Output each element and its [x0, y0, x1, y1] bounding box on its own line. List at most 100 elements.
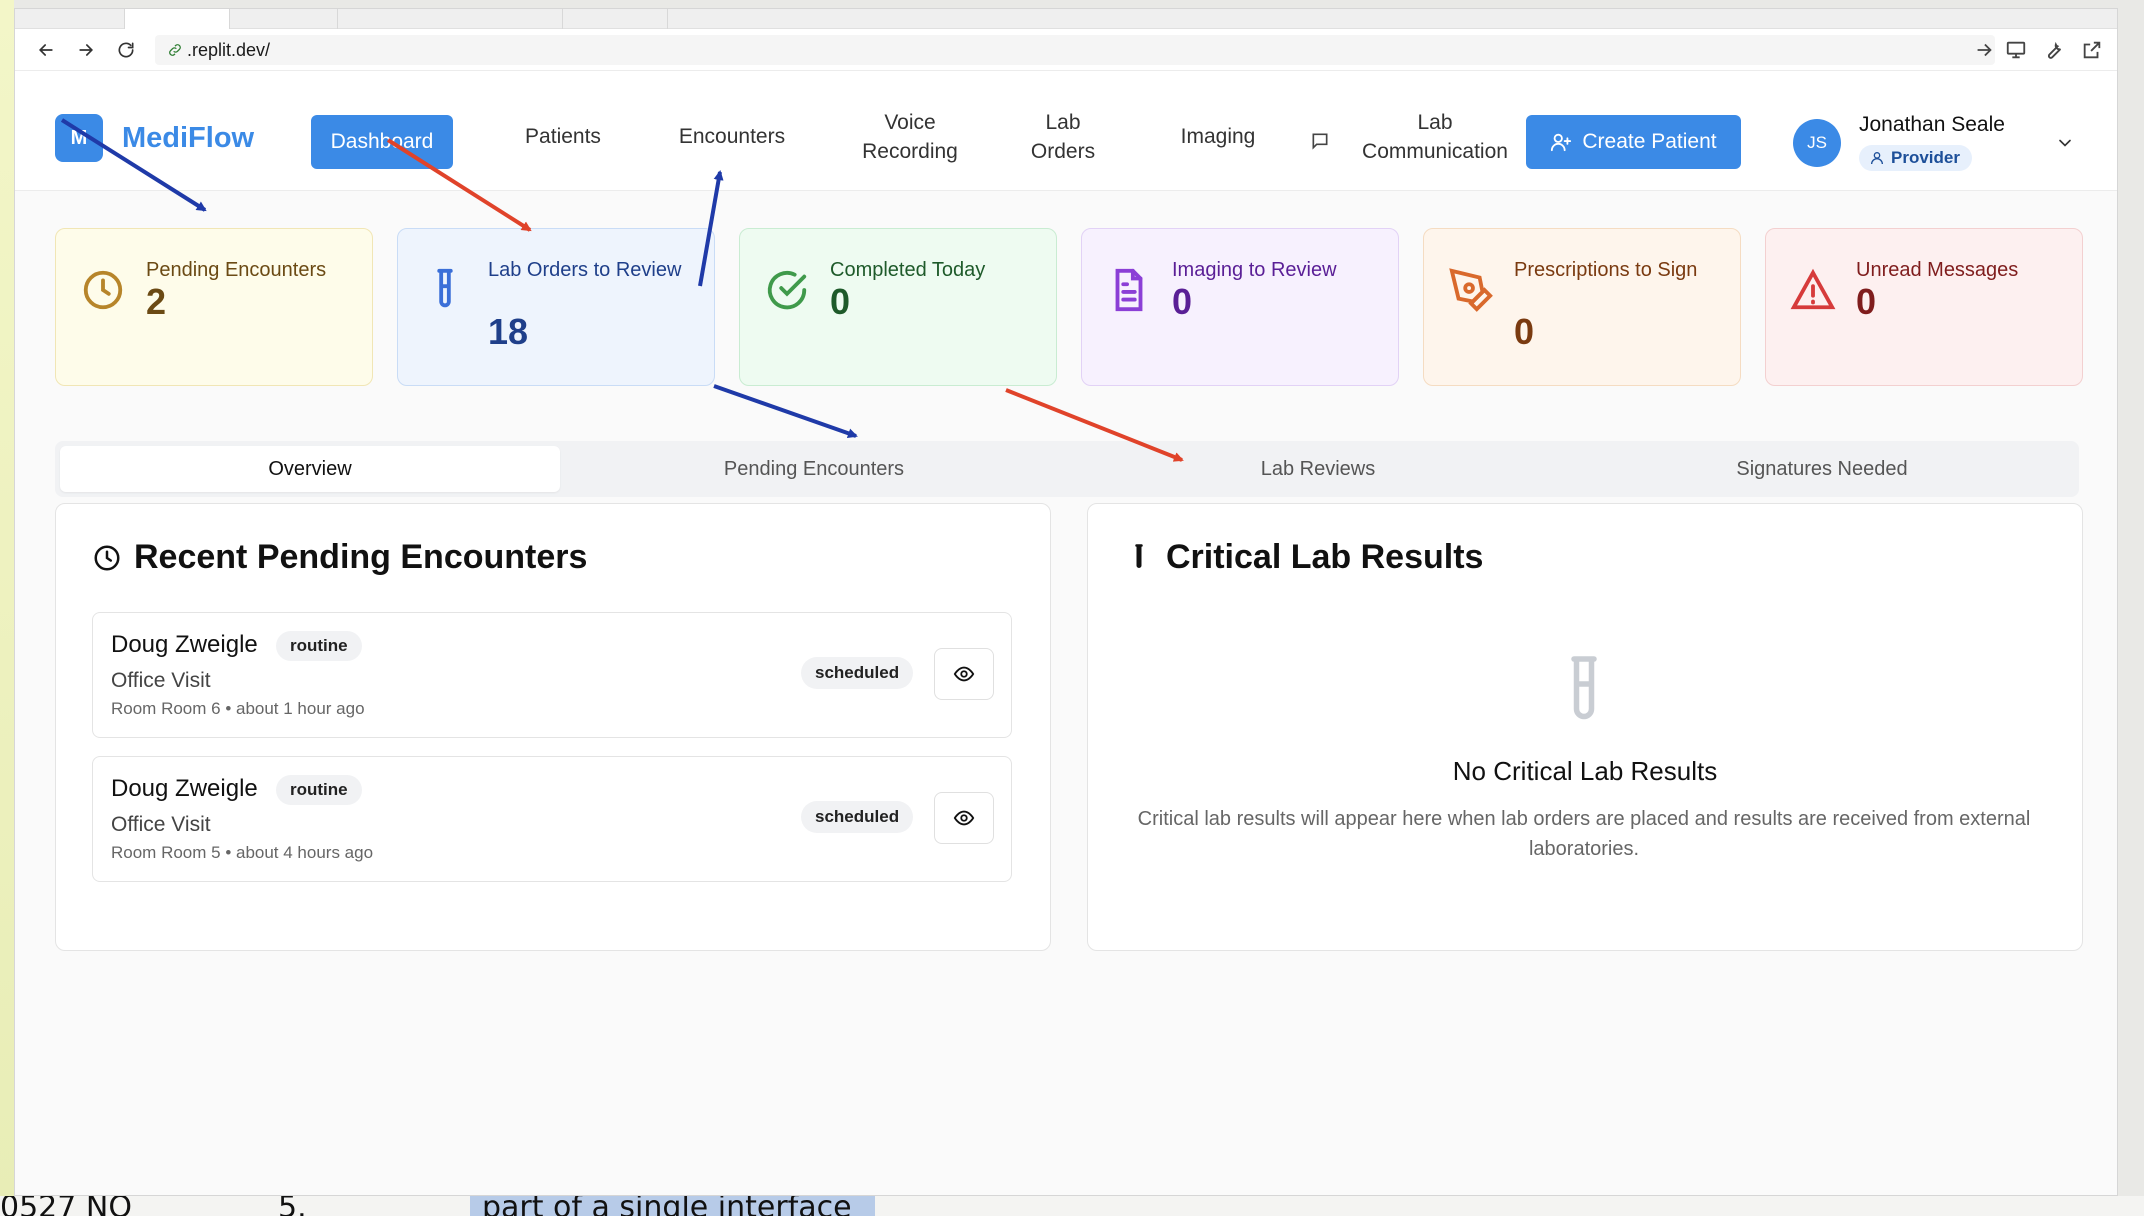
browser-toolbar: .replit.dev/ [15, 29, 2117, 71]
stat-value: 0 [1172, 281, 1193, 322]
monitor-icon[interactable] [2005, 39, 2027, 61]
clock-icon [94, 545, 120, 570]
link-icon [169, 44, 181, 56]
nav-voice-line1: Voice [884, 110, 936, 134]
nav-voice-recording[interactable]: Voice Recording [835, 109, 985, 165]
stat-label: Imaging to Review [1172, 259, 1337, 281]
tab-lab-reviews[interactable]: Lab Reviews [1068, 446, 1568, 492]
back-arrow-icon[interactable] [33, 37, 59, 63]
test-tube-icon [1571, 656, 1597, 720]
patient-name: Doug Zweigle [111, 775, 258, 802]
stat-value: 2 [146, 281, 167, 322]
browser-tab-strip [15, 9, 2117, 29]
create-patient-button[interactable]: Create Patient [1526, 115, 1741, 169]
chevron-down-icon[interactable] [2055, 133, 2075, 153]
patient-name: Doug Zweigle [111, 631, 258, 658]
stat-value: 18 [488, 311, 529, 352]
nav-lab-comm-line2: Communication [1362, 140, 1508, 163]
empty-state-title: No Critical Lab Results [1452, 756, 1718, 786]
stat-value: 0 [1856, 281, 1877, 322]
pen-tool-icon [1449, 268, 1493, 312]
nav-lab-orders[interactable]: Lab Orders [1013, 109, 1113, 165]
stat-label: Unread Messages [1856, 259, 2019, 281]
clock-icon [83, 270, 123, 310]
background-text: 5. [278, 1196, 307, 1216]
nav-lab-comm-line1: Lab [1417, 110, 1453, 134]
tab-pending-encounters[interactable]: Pending Encounters [564, 446, 1064, 492]
tab-overview[interactable]: Overview [60, 446, 560, 492]
app-name[interactable]: MediFlow [122, 122, 254, 155]
empty-state-text: Critical lab results will appear here wh… [1137, 808, 2031, 860]
create-patient-label: Create Patient [1582, 130, 1717, 153]
nav-patients[interactable]: Patients [505, 109, 621, 165]
stat-value: 0 [1514, 311, 1535, 352]
desktop-background [0, 0, 14, 1216]
app-logo-icon[interactable]: M [55, 114, 103, 162]
list-item[interactable]: Doug Zweigle routine Office Visit Room R… [92, 612, 1012, 738]
address-bar[interactable]: .replit.dev/ [155, 35, 1995, 65]
stat-card-lab-orders[interactable]: Lab Orders to Review 18 [397, 228, 715, 386]
recent-encounters-panel: Recent Pending Encounters Doug Zweigle r… [55, 503, 1051, 951]
stat-card-completed-today[interactable]: Completed Today 0 [739, 228, 1057, 386]
nav-lab-orders-line1: Lab [1045, 110, 1081, 134]
panel-title: Critical Lab Results [1124, 538, 1483, 577]
user-icon [1871, 152, 1883, 165]
stat-label: Completed Today [830, 259, 986, 281]
user-plus-icon [1551, 133, 1572, 152]
nav-lab-orders-line2: Orders [1030, 140, 1096, 163]
address-text: .replit.dev/ [187, 39, 271, 60]
recent-title: Recent Pending Encounters [134, 538, 588, 576]
stat-card-prescriptions[interactable]: Prescriptions to Sign 0 [1423, 228, 1741, 386]
status-badge: scheduled [801, 657, 914, 689]
background-text: part of a single interface [482, 1196, 852, 1216]
encounter-type: Office Visit [111, 813, 211, 836]
nav-imaging[interactable]: Imaging [1161, 109, 1275, 165]
nav-lab-communication[interactable]: Lab Communication [1345, 109, 1525, 165]
browser-tab-active[interactable] [125, 9, 230, 29]
priority-badge: routine [276, 775, 362, 805]
view-button[interactable] [934, 648, 994, 700]
encounter-meta: Room Room 6 • about 1 hour ago [111, 699, 365, 718]
browser-tab[interactable] [230, 9, 338, 29]
browser-tab[interactable] [338, 9, 563, 29]
critical-title: Critical Lab Results [1166, 538, 1484, 576]
app-root: M MediFlow Dashboard Patients Encounters… [15, 71, 2117, 1195]
nav-dashboard[interactable]: Dashboard [311, 115, 453, 169]
eye-icon [953, 666, 975, 682]
avatar[interactable]: JS [1793, 119, 1841, 167]
browser-tab[interactable] [15, 9, 125, 29]
background-text: 0527 NO [0, 1196, 132, 1216]
browser-tab[interactable] [563, 9, 668, 29]
tab-signatures-needed[interactable]: Signatures Needed [1572, 446, 2072, 492]
encounter-type: Office Visit [111, 669, 211, 692]
stat-label: Pending Encounters [146, 259, 327, 281]
forward-arrow-icon[interactable] [73, 37, 99, 63]
stat-card-imaging[interactable]: Imaging to Review 0 [1081, 228, 1399, 386]
stat-label: Lab Orders to Review [488, 259, 682, 281]
external-link-icon[interactable] [2081, 39, 2103, 61]
test-tube-icon [437, 268, 453, 308]
view-button[interactable] [934, 792, 994, 844]
stat-card-unread-messages[interactable]: Unread Messages 0 [1765, 228, 2083, 386]
list-item[interactable]: Doug Zweigle routine Office Visit Room R… [92, 756, 1012, 882]
nav-voice-line2: Recording [862, 140, 958, 163]
role-label: Provider [1891, 148, 1960, 167]
user-name[interactable]: Jonathan Seale [1859, 113, 2005, 137]
file-text-icon [1115, 268, 1143, 312]
encounter-meta: Room Room 5 • about 4 hours ago [111, 843, 374, 862]
nav-encounters[interactable]: Encounters [660, 109, 804, 165]
role-badge: Provider [1859, 145, 1972, 171]
check-circle-icon [767, 270, 807, 310]
go-arrow-icon[interactable] [1973, 39, 1995, 61]
browser-window: .replit.dev/ M MediFlow Dashboard Patien… [14, 8, 2118, 1196]
alert-triangle-icon [1790, 268, 1836, 310]
wrench-icon[interactable] [2043, 39, 2065, 61]
stat-card-pending-encounters[interactable]: Pending Encounters 2 [55, 228, 373, 386]
critical-lab-panel: Critical Lab Results No Critical Lab Res… [1087, 503, 2083, 951]
app-header: M MediFlow Dashboard Patients Encounters… [15, 71, 2117, 191]
message-square-icon [1312, 133, 1328, 150]
reload-icon[interactable] [113, 37, 139, 63]
stat-label: Prescriptions to Sign [1514, 259, 1698, 281]
test-tube-icon [1135, 543, 1143, 568]
priority-badge: routine [276, 631, 362, 661]
